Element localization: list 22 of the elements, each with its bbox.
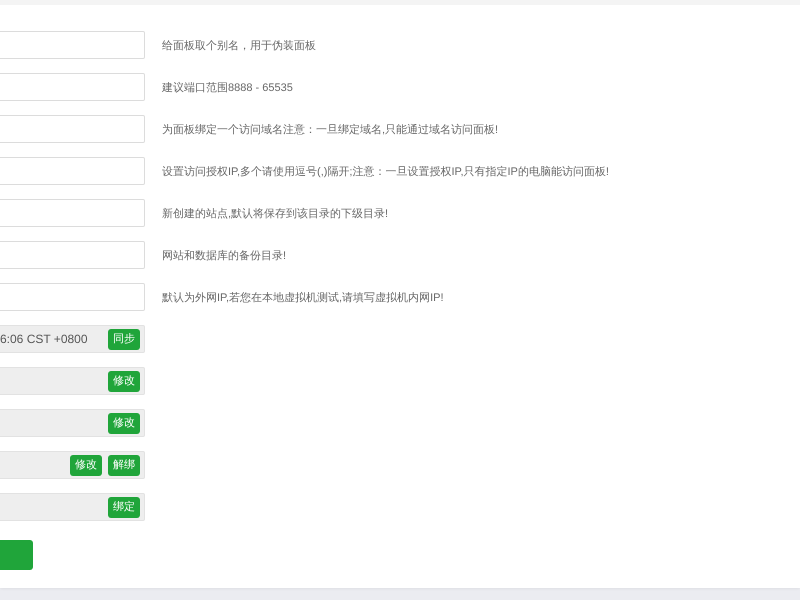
- field-value: 6:06 CST +0800: [0, 332, 88, 346]
- help-text: 网站和数据库的备份目录!: [162, 248, 286, 262]
- input-field[interactable]: [0, 31, 145, 59]
- submit-button[interactable]: [0, 540, 33, 570]
- action-button[interactable]: 修改: [108, 412, 140, 434]
- help-text: 为面板绑定一个访问域名注意：一旦绑定域名,只能通过域名访问面板!: [162, 122, 498, 136]
- input-field[interactable]: [0, 199, 145, 227]
- help-text: 建议端口范围8888 - 65535: [162, 80, 293, 94]
- action-button[interactable]: 修改: [70, 454, 102, 476]
- input-field[interactable]: [0, 241, 145, 269]
- input-field[interactable]: [0, 283, 145, 311]
- action-button[interactable]: 同步: [108, 328, 140, 350]
- help-text: 设置访问授权IP,多个请使用逗号(,)隔开;注意：一旦设置授权IP,只有指定IP的电脑能访问面板!: [162, 164, 609, 178]
- help-text: 给面板取个别名，用于伪装面板: [162, 38, 316, 52]
- input-field[interactable]: [0, 115, 145, 143]
- action-button[interactable]: 绑定: [108, 496, 140, 518]
- help-text: 默认为外网IP,若您在本地虚拟机测试,请填写虚拟机内网IP!: [162, 290, 444, 304]
- action-button[interactable]: 修改: [108, 370, 140, 392]
- help-text: 新创建的站点,默认将保存到该目录的下级目录!: [162, 206, 388, 220]
- input-field[interactable]: [0, 157, 145, 185]
- input-field[interactable]: [0, 73, 145, 101]
- action-button[interactable]: 解绑: [108, 454, 140, 476]
